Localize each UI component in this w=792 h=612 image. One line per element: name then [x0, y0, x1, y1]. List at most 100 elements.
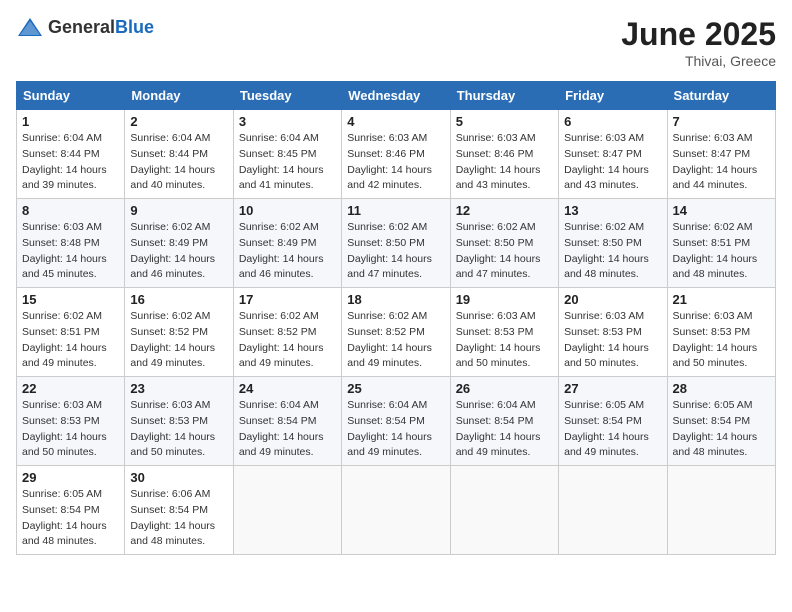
day-info: Sunrise: 6:03 AMSunset: 8:47 PMDaylight:…	[673, 132, 758, 191]
day-number: 2	[130, 114, 227, 129]
day-number: 24	[239, 381, 336, 396]
day-number: 1	[22, 114, 119, 129]
day-info: Sunrise: 6:02 AMSunset: 8:52 PMDaylight:…	[347, 310, 432, 369]
day-info: Sunrise: 6:02 AMSunset: 8:50 PMDaylight:…	[564, 221, 649, 280]
calendar-day-cell: 29 Sunrise: 6:05 AMSunset: 8:54 PMDaylig…	[17, 466, 125, 555]
day-info: Sunrise: 6:02 AMSunset: 8:51 PMDaylight:…	[673, 221, 758, 280]
day-info: Sunrise: 6:03 AMSunset: 8:47 PMDaylight:…	[564, 132, 649, 191]
calendar-day-cell: 12 Sunrise: 6:02 AMSunset: 8:50 PMDaylig…	[450, 199, 558, 288]
col-wednesday: Wednesday	[342, 82, 450, 110]
day-number: 27	[564, 381, 661, 396]
day-number: 17	[239, 292, 336, 307]
day-info: Sunrise: 6:04 AMSunset: 8:45 PMDaylight:…	[239, 132, 324, 191]
calendar-table: Sunday Monday Tuesday Wednesday Thursday…	[16, 81, 776, 555]
logo-general: General	[48, 17, 115, 37]
day-number: 12	[456, 203, 553, 218]
day-number: 5	[456, 114, 553, 129]
col-tuesday: Tuesday	[233, 82, 341, 110]
day-number: 30	[130, 470, 227, 485]
calendar-day-cell: 15 Sunrise: 6:02 AMSunset: 8:51 PMDaylig…	[17, 288, 125, 377]
day-info: Sunrise: 6:04 AMSunset: 8:44 PMDaylight:…	[22, 132, 107, 191]
day-number: 19	[456, 292, 553, 307]
calendar-week-row: 15 Sunrise: 6:02 AMSunset: 8:51 PMDaylig…	[17, 288, 776, 377]
day-info: Sunrise: 6:04 AMSunset: 8:54 PMDaylight:…	[239, 399, 324, 458]
page-header: GeneralBlue June 2025 Thivai, Greece	[16, 16, 776, 69]
col-friday: Friday	[559, 82, 667, 110]
calendar-day-cell: 13 Sunrise: 6:02 AMSunset: 8:50 PMDaylig…	[559, 199, 667, 288]
col-monday: Monday	[125, 82, 233, 110]
col-thursday: Thursday	[450, 82, 558, 110]
day-info: Sunrise: 6:03 AMSunset: 8:53 PMDaylight:…	[673, 310, 758, 369]
day-number: 16	[130, 292, 227, 307]
title-block: June 2025 Thivai, Greece	[621, 16, 776, 69]
day-info: Sunrise: 6:02 AMSunset: 8:50 PMDaylight:…	[456, 221, 541, 280]
day-number: 3	[239, 114, 336, 129]
day-info: Sunrise: 6:04 AMSunset: 8:44 PMDaylight:…	[130, 132, 215, 191]
day-info: Sunrise: 6:05 AMSunset: 8:54 PMDaylight:…	[564, 399, 649, 458]
day-number: 9	[130, 203, 227, 218]
calendar-day-cell: 4 Sunrise: 6:03 AMSunset: 8:46 PMDayligh…	[342, 110, 450, 199]
day-info: Sunrise: 6:02 AMSunset: 8:52 PMDaylight:…	[130, 310, 215, 369]
logo-blue: Blue	[115, 17, 154, 37]
calendar-week-row: 1 Sunrise: 6:04 AMSunset: 8:44 PMDayligh…	[17, 110, 776, 199]
calendar-day-cell: 19 Sunrise: 6:03 AMSunset: 8:53 PMDaylig…	[450, 288, 558, 377]
day-info: Sunrise: 6:03 AMSunset: 8:53 PMDaylight:…	[456, 310, 541, 369]
calendar-day-cell: 10 Sunrise: 6:02 AMSunset: 8:49 PMDaylig…	[233, 199, 341, 288]
day-info: Sunrise: 6:05 AMSunset: 8:54 PMDaylight:…	[22, 488, 107, 547]
day-info: Sunrise: 6:02 AMSunset: 8:50 PMDaylight:…	[347, 221, 432, 280]
calendar-day-cell: 30 Sunrise: 6:06 AMSunset: 8:54 PMDaylig…	[125, 466, 233, 555]
calendar-day-cell: 20 Sunrise: 6:03 AMSunset: 8:53 PMDaylig…	[559, 288, 667, 377]
calendar-day-cell: 17 Sunrise: 6:02 AMSunset: 8:52 PMDaylig…	[233, 288, 341, 377]
calendar-day-cell: 24 Sunrise: 6:04 AMSunset: 8:54 PMDaylig…	[233, 377, 341, 466]
day-info: Sunrise: 6:04 AMSunset: 8:54 PMDaylight:…	[456, 399, 541, 458]
day-number: 21	[673, 292, 770, 307]
calendar-day-cell: 11 Sunrise: 6:02 AMSunset: 8:50 PMDaylig…	[342, 199, 450, 288]
calendar-day-cell: 5 Sunrise: 6:03 AMSunset: 8:46 PMDayligh…	[450, 110, 558, 199]
day-number: 22	[22, 381, 119, 396]
calendar-week-row: 8 Sunrise: 6:03 AMSunset: 8:48 PMDayligh…	[17, 199, 776, 288]
calendar-day-cell: 8 Sunrise: 6:03 AMSunset: 8:48 PMDayligh…	[17, 199, 125, 288]
location: Thivai, Greece	[621, 53, 776, 69]
day-info: Sunrise: 6:03 AMSunset: 8:46 PMDaylight:…	[347, 132, 432, 191]
calendar-day-cell: 21 Sunrise: 6:03 AMSunset: 8:53 PMDaylig…	[667, 288, 775, 377]
calendar-day-cell: 18 Sunrise: 6:02 AMSunset: 8:52 PMDaylig…	[342, 288, 450, 377]
day-number: 28	[673, 381, 770, 396]
day-number: 7	[673, 114, 770, 129]
day-number: 13	[564, 203, 661, 218]
day-number: 29	[22, 470, 119, 485]
calendar-day-cell: 28 Sunrise: 6:05 AMSunset: 8:54 PMDaylig…	[667, 377, 775, 466]
day-info: Sunrise: 6:03 AMSunset: 8:53 PMDaylight:…	[130, 399, 215, 458]
day-info: Sunrise: 6:03 AMSunset: 8:53 PMDaylight:…	[564, 310, 649, 369]
col-saturday: Saturday	[667, 82, 775, 110]
day-info: Sunrise: 6:03 AMSunset: 8:48 PMDaylight:…	[22, 221, 107, 280]
calendar-day-cell: 1 Sunrise: 6:04 AMSunset: 8:44 PMDayligh…	[17, 110, 125, 199]
day-info: Sunrise: 6:02 AMSunset: 8:49 PMDaylight:…	[239, 221, 324, 280]
day-number: 25	[347, 381, 444, 396]
calendar-day-cell: 2 Sunrise: 6:04 AMSunset: 8:44 PMDayligh…	[125, 110, 233, 199]
calendar-day-cell: 22 Sunrise: 6:03 AMSunset: 8:53 PMDaylig…	[17, 377, 125, 466]
day-info: Sunrise: 6:02 AMSunset: 8:51 PMDaylight:…	[22, 310, 107, 369]
calendar-week-row: 22 Sunrise: 6:03 AMSunset: 8:53 PMDaylig…	[17, 377, 776, 466]
day-info: Sunrise: 6:03 AMSunset: 8:46 PMDaylight:…	[456, 132, 541, 191]
col-sunday: Sunday	[17, 82, 125, 110]
logo-icon	[16, 16, 44, 38]
day-info: Sunrise: 6:03 AMSunset: 8:53 PMDaylight:…	[22, 399, 107, 458]
day-info: Sunrise: 6:04 AMSunset: 8:54 PMDaylight:…	[347, 399, 432, 458]
day-number: 11	[347, 203, 444, 218]
calendar-day-cell: 26 Sunrise: 6:04 AMSunset: 8:54 PMDaylig…	[450, 377, 558, 466]
day-number: 15	[22, 292, 119, 307]
day-info: Sunrise: 6:05 AMSunset: 8:54 PMDaylight:…	[673, 399, 758, 458]
calendar-day-cell	[667, 466, 775, 555]
day-number: 4	[347, 114, 444, 129]
calendar-day-cell: 9 Sunrise: 6:02 AMSunset: 8:49 PMDayligh…	[125, 199, 233, 288]
calendar-day-cell: 6 Sunrise: 6:03 AMSunset: 8:47 PMDayligh…	[559, 110, 667, 199]
day-number: 8	[22, 203, 119, 218]
calendar-header-row: Sunday Monday Tuesday Wednesday Thursday…	[17, 82, 776, 110]
calendar-day-cell: 23 Sunrise: 6:03 AMSunset: 8:53 PMDaylig…	[125, 377, 233, 466]
calendar-day-cell: 25 Sunrise: 6:04 AMSunset: 8:54 PMDaylig…	[342, 377, 450, 466]
day-number: 14	[673, 203, 770, 218]
day-info: Sunrise: 6:02 AMSunset: 8:49 PMDaylight:…	[130, 221, 215, 280]
day-number: 26	[456, 381, 553, 396]
calendar-week-row: 29 Sunrise: 6:05 AMSunset: 8:54 PMDaylig…	[17, 466, 776, 555]
calendar-day-cell: 3 Sunrise: 6:04 AMSunset: 8:45 PMDayligh…	[233, 110, 341, 199]
